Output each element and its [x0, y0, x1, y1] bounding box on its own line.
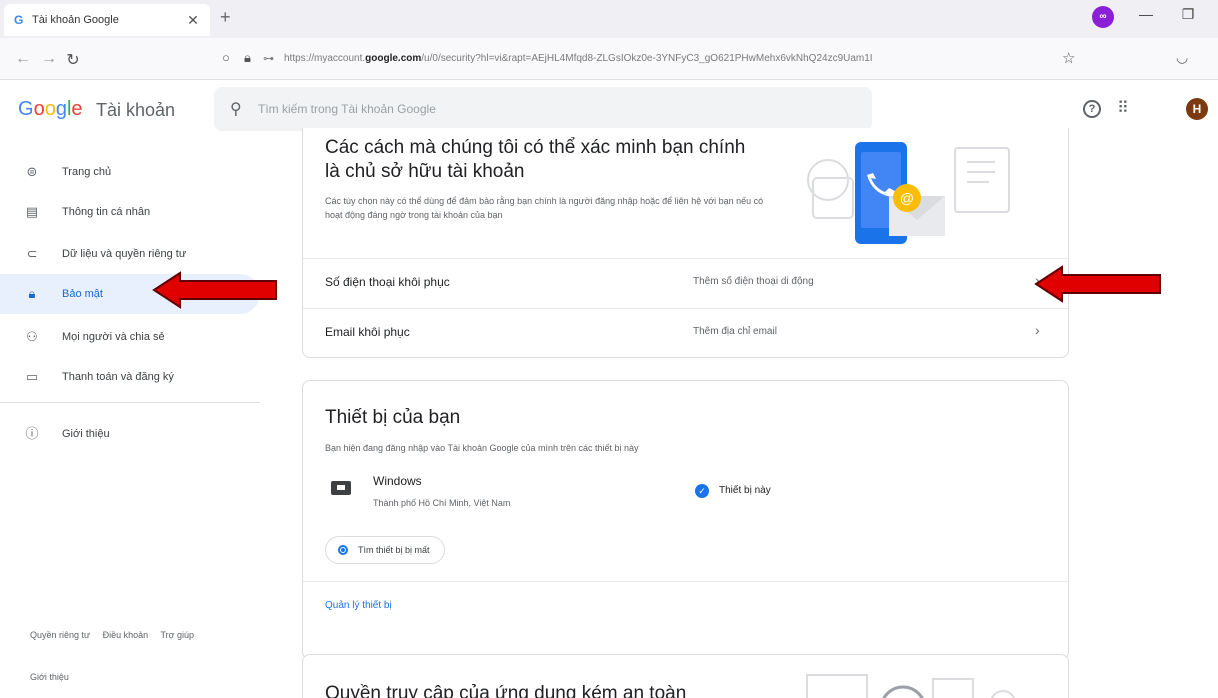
apps-grid-icon[interactable]: ⠿	[1117, 98, 1129, 118]
verify-identity-card: Các cách mà chúng tôi có thể xác minh bạ…	[302, 128, 1070, 358]
sidebar-item-label: Dữ liệu và quyền riêng tư	[62, 248, 187, 260]
sidebar-item-label: Mọi người và chia sẻ	[62, 331, 165, 343]
computer-icon	[331, 481, 351, 495]
row-value: Thêm địa chỉ email	[693, 326, 777, 337]
search-icon: ⚲	[230, 101, 242, 118]
app-access-illustration	[806, 674, 1015, 698]
logo-letter: e	[71, 98, 83, 120]
card-subtitle: Bạn hiện đang đăng nhập vào Tài khoản Go…	[325, 443, 639, 453]
close-tab-icon[interactable]: ✕	[186, 12, 200, 29]
about-link[interactable]: Giới thiệu	[30, 672, 69, 682]
sidebar-item-home[interactable]: ⊜ Trang chủ	[0, 152, 260, 192]
home-icon: ⊜	[26, 164, 38, 179]
forward-icon[interactable]: →	[40, 50, 58, 68]
red-arrow-annotation-right	[1034, 265, 1161, 303]
url-field[interactable]: https://myaccount.google.com/u/0/securit…	[284, 53, 1054, 64]
row-label: Email khôi phục	[325, 325, 410, 339]
recovery-phone-row[interactable]: Số điện thoại khôi phục Thêm số điện tho…	[303, 258, 1070, 308]
info-icon: ⓘ	[25, 426, 39, 441]
sidebar-footer: Quyền riêng tư Điều khoản Trợ giúp	[30, 630, 204, 640]
button-label: Tìm thiết bị bị mất	[358, 545, 430, 555]
row-value: Thêm số điện thoại di động	[693, 276, 814, 287]
target-icon	[338, 545, 348, 555]
help-link[interactable]: Trợ giúp	[160, 630, 194, 640]
tab-title: Tài khoản Google	[32, 14, 119, 26]
search-input[interactable]	[258, 87, 858, 131]
sidebar-item-about[interactable]: ⓘ Giới thiệu	[0, 414, 260, 454]
id-card-icon: ▤	[25, 204, 39, 219]
sidebar-item-label: Thanh toán và đăng ký	[62, 371, 174, 383]
new-tab-icon[interactable]: +	[220, 7, 231, 28]
find-lost-device-button[interactable]: Tìm thiết bị bị mất	[325, 536, 445, 564]
sidebar-item-label: Thông tin cá nhân	[62, 206, 151, 218]
minimize-icon[interactable]: —	[1126, 6, 1166, 22]
row-label: Số điện thoại khôi phục	[325, 275, 450, 289]
people-icon: ⚇	[26, 329, 38, 344]
key-icon[interactable]: ⊶	[263, 52, 274, 65]
device-name: Windows	[373, 474, 422, 488]
shield-icon[interactable]: ○	[222, 50, 230, 65]
logo-letter: G	[18, 98, 34, 120]
logo-letter: g	[55, 98, 67, 120]
terms-link[interactable]: Điều khoản	[103, 630, 149, 640]
sidebar-item-label: Giới thiệu	[62, 428, 110, 440]
url-domain: google.com	[365, 53, 422, 64]
logo-letter: o	[33, 98, 45, 120]
card-divider	[303, 581, 1070, 582]
check-circle-icon: ✓	[695, 484, 709, 498]
less-secure-apps-card: Quyền truy cập của ứng dụng kém an toàn	[302, 654, 1069, 698]
this-device-label: Thiết bị này	[719, 485, 771, 496]
reload-icon[interactable]: ↻	[64, 50, 82, 70]
sidebar-item-personal-info[interactable]: ▤ Thông tin cá nhân	[0, 192, 260, 232]
card-title: Thiết bị của bạn	[325, 407, 461, 428]
card-title: Quyền truy cập của ứng dụng kém an toàn	[325, 683, 687, 698]
product-name: Tài khoản	[96, 100, 176, 120]
restore-icon[interactable]: ❐	[1168, 6, 1208, 23]
sidebar-item-label: Trang chủ	[62, 166, 112, 178]
red-arrow-annotation-left	[152, 271, 277, 309]
extension-icon[interactable]: ∞	[1092, 6, 1114, 28]
browser-tab-bar: G Tài khoản Google ✕ + ∞ — ❐	[0, 0, 1218, 38]
search-box[interactable]: ⚲	[214, 87, 872, 131]
google-logo[interactable]: Google	[18, 98, 83, 121]
device-location: Thành phố Hồ Chí Minh, Việt Nam	[373, 498, 511, 508]
sidebar-item-people-sharing[interactable]: ⚇ Mọi người và chia sẻ	[0, 317, 260, 357]
sidebar-item-label: Bảo mật	[62, 288, 103, 300]
sidebar-divider	[0, 402, 260, 403]
help-icon[interactable]: ?	[1083, 100, 1101, 118]
lock-icon: 🔒︎	[28, 286, 36, 301]
card-icon: ▭	[25, 369, 39, 384]
card-description: Các tùy chọn này có thể dùng để đảm bảo …	[325, 196, 764, 220]
chevron-right-icon: ›	[1035, 322, 1040, 338]
toggle-icon: ⊂	[26, 246, 38, 261]
bookmark-star-icon[interactable]: ☆	[1062, 49, 1075, 67]
lock-icon[interactable]: 🔒︎	[244, 50, 251, 66]
url-prefix: https://myaccount.	[284, 53, 366, 64]
privacy-link[interactable]: Quyền riêng tư	[30, 630, 90, 640]
url-path: /u/0/security?hl=vi&rapt=AEjHL4Mfqd8-ZLG…	[421, 53, 873, 64]
browser-tab[interactable]: G Tài khoản Google ✕	[4, 4, 210, 36]
browser-url-bar: ← → ↻ ○ 🔒︎ ⊶ https://myaccount.google.co…	[0, 38, 1218, 80]
back-icon[interactable]: ←	[14, 50, 32, 68]
pocket-icon[interactable]: ◡	[1176, 49, 1188, 66]
google-favicon-icon: G	[14, 13, 24, 27]
your-devices-card: Thiết bị của bạn Bạn hiện đang đăng nhập…	[302, 380, 1070, 660]
manage-devices-link[interactable]: Quản lý thiết bị	[325, 600, 392, 611]
logo-letter: o	[44, 98, 56, 120]
card-title: Các cách mà chúng tôi có thể xác minh bạ…	[325, 137, 746, 182]
sidebar-item-payments[interactable]: ▭ Thanh toán và đăng ký	[0, 357, 260, 397]
svg-text:@: @	[900, 190, 914, 206]
phone-email-illustration: @	[807, 142, 1010, 244]
sidebar-item-data-privacy[interactable]: ⊂ Dữ liệu và quyền riêng tư	[0, 234, 260, 274]
avatar[interactable]: H	[1186, 98, 1208, 120]
sidebar: ⊜ Trang chủ ▤ Thông tin cá nhân ⊂ Dữ liệ…	[0, 138, 270, 698]
recovery-email-row[interactable]: Email khôi phục Thêm địa chỉ email ›	[303, 308, 1070, 358]
